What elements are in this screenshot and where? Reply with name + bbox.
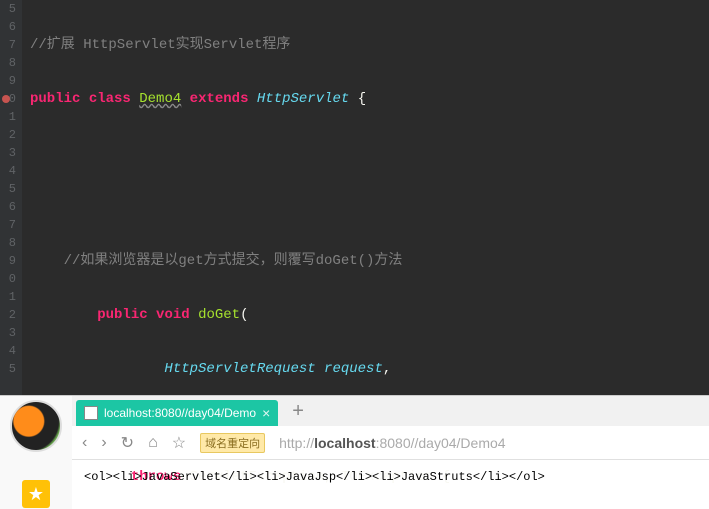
comma: , bbox=[383, 361, 391, 377]
line-number: 2 bbox=[0, 306, 16, 324]
line-number: 6 bbox=[0, 18, 16, 36]
kw-void: void bbox=[156, 307, 190, 323]
line-number: 9 bbox=[0, 72, 16, 90]
avatar[interactable] bbox=[10, 400, 62, 452]
tab-title: localhost:8080//day04/Demo bbox=[104, 406, 256, 420]
line-number: 3 bbox=[0, 144, 16, 162]
home-button[interactable]: ⌂ bbox=[148, 434, 158, 452]
star-icon: ★ bbox=[28, 484, 44, 505]
redirect-badge: 域名重定向 bbox=[200, 433, 265, 453]
line-number: 7 bbox=[0, 36, 16, 54]
browser-tab[interactable]: localhost:8080//day04/Demo × bbox=[76, 400, 278, 426]
comment: //扩展 HttpServlet实现Servlet程序 bbox=[30, 37, 290, 53]
page-content: <ol><li>JavaServlet</li><li>JavaJsp</li>… bbox=[72, 460, 709, 509]
comment: //如果浏览器是以get方式提交，则覆写doGet()方法 bbox=[30, 253, 402, 269]
line-number: 0 bbox=[0, 90, 16, 108]
kw-public: public bbox=[30, 91, 80, 107]
line-number: 8 bbox=[0, 54, 16, 72]
browser-sidebar: ★ bbox=[0, 396, 72, 509]
kw-public: public bbox=[97, 307, 147, 323]
line-number: 4 bbox=[0, 342, 16, 360]
line-number: 5 bbox=[0, 360, 16, 378]
param-type: HttpServletRequest request bbox=[30, 361, 383, 377]
code-editor: 5 6 7 8 9 0 1 2 3 4 5 6 7 8 9 0 1 2 3 4 … bbox=[0, 0, 709, 395]
bookmark-button[interactable]: ☆ bbox=[172, 433, 186, 453]
close-tab-button[interactable]: × bbox=[262, 405, 270, 421]
reload-button[interactable]: ↻ bbox=[121, 433, 134, 453]
paren: ( bbox=[240, 307, 248, 323]
super-class: HttpServlet bbox=[257, 91, 349, 107]
code-area[interactable]: //扩展 HttpServlet实现Servlet程序 public class… bbox=[22, 0, 709, 395]
breakpoint-icon[interactable] bbox=[2, 95, 10, 103]
brace: { bbox=[349, 91, 366, 107]
line-number: 1 bbox=[0, 108, 16, 126]
line-gutter: 5 6 7 8 9 0 1 2 3 4 5 6 7 8 9 0 1 2 3 4 … bbox=[0, 0, 22, 395]
favorites-button[interactable]: ★ bbox=[22, 480, 50, 508]
line-number: 5 bbox=[0, 0, 16, 18]
line-number: 2 bbox=[0, 126, 16, 144]
kw-class: class bbox=[89, 91, 131, 107]
favicon-icon bbox=[84, 406, 98, 420]
line-number: 0 bbox=[0, 270, 16, 288]
line-number: 9 bbox=[0, 252, 16, 270]
line-number: 6 bbox=[0, 198, 16, 216]
line-number: 8 bbox=[0, 234, 16, 252]
kw-extends: extends bbox=[190, 91, 249, 107]
line-number: 3 bbox=[0, 324, 16, 342]
new-tab-button[interactable]: + bbox=[292, 400, 304, 426]
line-number: 7 bbox=[0, 216, 16, 234]
line-number: 1 bbox=[0, 288, 16, 306]
back-button[interactable]: ‹ bbox=[82, 434, 87, 452]
browser-window: ★ localhost:8080//day04/Demo × + ‹ › ↻ ⌂… bbox=[0, 395, 709, 509]
line-number: 5 bbox=[0, 180, 16, 198]
tab-bar: localhost:8080//day04/Demo × + bbox=[72, 396, 709, 426]
forward-button[interactable]: › bbox=[101, 434, 106, 452]
url-display[interactable]: http://localhost:8080//day04/Demo4 bbox=[279, 435, 505, 451]
browser-main: localhost:8080//day04/Demo × + ‹ › ↻ ⌂ ☆… bbox=[72, 396, 709, 509]
method-name: doGet bbox=[198, 307, 240, 323]
address-bar: ‹ › ↻ ⌂ ☆ 域名重定向 http://localhost:8080//d… bbox=[72, 426, 709, 460]
line-number: 4 bbox=[0, 162, 16, 180]
class-name: Demo4 bbox=[139, 91, 181, 107]
